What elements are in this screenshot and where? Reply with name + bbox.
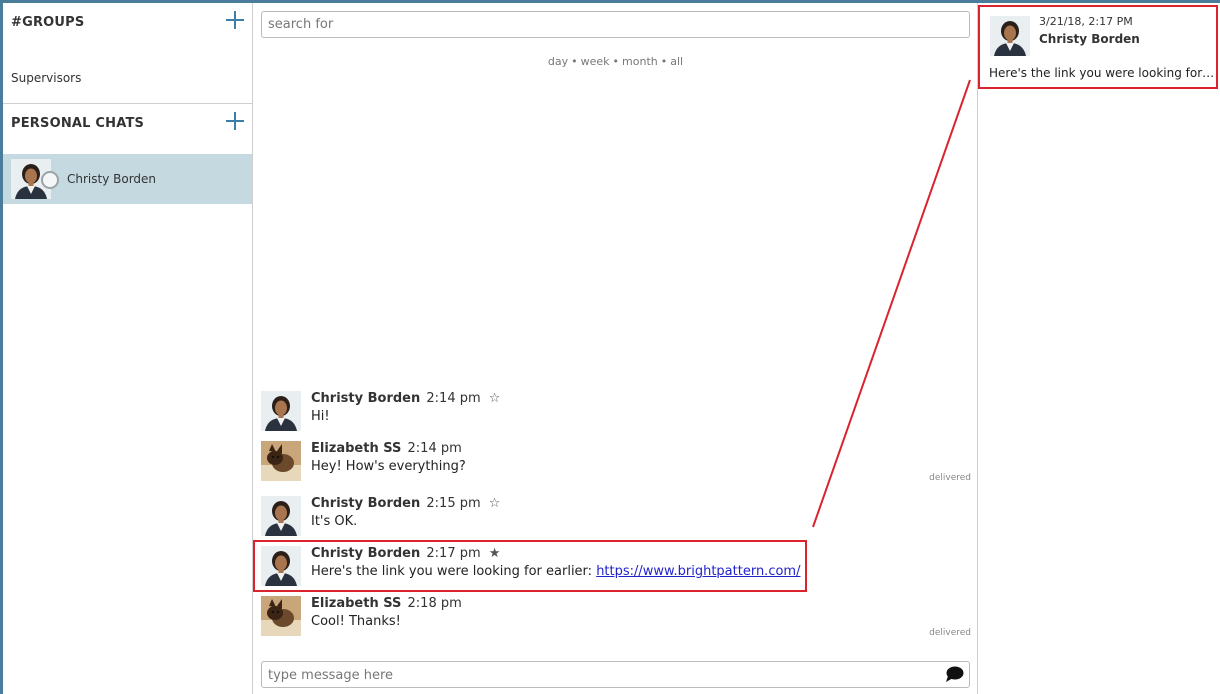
delivery-status: delivered (929, 628, 971, 638)
search-input[interactable] (261, 11, 970, 38)
star-icon[interactable]: ★ (489, 546, 501, 561)
filter-day[interactable]: day (548, 55, 568, 68)
add-chat-icon[interactable] (224, 110, 246, 132)
avatar (261, 596, 301, 636)
message-time: 2:17 pm (426, 546, 481, 561)
star-icon[interactable]: ☆ (489, 496, 501, 511)
avatar (990, 16, 1030, 56)
add-group-icon[interactable] (224, 9, 246, 31)
favorite-text: Here's the link you were looking for ear… (989, 66, 1217, 80)
star-icon[interactable]: ☆ (489, 391, 501, 406)
send-chat-icon[interactable] (945, 665, 965, 683)
message-author: Christy Borden (311, 391, 421, 406)
favorite-date: 3/21/18, 2:17 PM (1039, 15, 1133, 28)
filter-month[interactable]: month (622, 55, 658, 68)
avatar (261, 496, 301, 536)
message-link[interactable]: https://www.brightpattern.com/ (596, 564, 800, 579)
message-input[interactable] (268, 666, 928, 684)
filter-separator: • (612, 55, 620, 68)
personal-chats-header: PERSONAL CHATS (3, 104, 252, 144)
message-author: Elizabeth SS (311, 441, 402, 456)
chat-message: Elizabeth SS 2:18 pm Cool! Thanks! deliv… (261, 594, 971, 638)
sidebar-item-christy-borden[interactable]: Christy Borden (3, 154, 252, 204)
message-text: It's OK. (311, 514, 358, 529)
personal-chats-title: PERSONAL CHATS (11, 116, 145, 131)
chat-app: #GROUPS Supervisors PERSONAL CHATS Chris (0, 0, 1220, 694)
message-composer (261, 661, 970, 688)
message-text: Hi! (311, 409, 330, 424)
filter-separator: • (660, 55, 668, 68)
chat-message: Christy Borden 2:17 pm ★ Here's the link… (261, 544, 971, 588)
chat-message: Christy Borden 2:14 pm ☆ Hi! (261, 389, 971, 433)
message-text: Here's the link you were looking for ear… (311, 564, 800, 579)
message-author: Christy Borden (311, 546, 421, 561)
filter-week[interactable]: week (581, 55, 610, 68)
message-text: Cool! Thanks! (311, 614, 401, 629)
chat-pane: day•week•month•all Christy Borden 2:14 p… (253, 3, 978, 694)
message-time: 2:14 pm (407, 441, 462, 456)
message-time: 2:15 pm (426, 496, 481, 511)
chat-message: Elizabeth SS 2:14 pm Hey! How's everythi… (261, 439, 971, 483)
favorite-author: Christy Borden (1039, 32, 1140, 46)
avatar (261, 546, 301, 586)
message-author: Christy Borden (311, 496, 421, 511)
groups-title: #GROUPS (11, 15, 85, 30)
message-text-content: Here's the link you were looking for ear… (311, 564, 597, 579)
message-time: 2:14 pm (426, 391, 481, 406)
message-author: Elizabeth SS (311, 596, 402, 611)
filter-all[interactable]: all (670, 55, 683, 68)
time-filter: day • week • month • all (253, 55, 978, 68)
sidebar: #GROUPS Supervisors PERSONAL CHATS Chris (3, 3, 253, 694)
groups-header: #GROUPS (3, 3, 252, 43)
sidebar-item-supervisors[interactable]: Supervisors (11, 71, 81, 85)
avatar (261, 441, 301, 481)
favorites-panel: 3/21/18, 2:17 PM Christy Borden Here's t… (978, 3, 1220, 694)
favorite-item[interactable]: 3/21/18, 2:17 PM Christy Borden Here's t… (978, 5, 1218, 89)
delivery-status: delivered (929, 473, 971, 483)
presence-icon (41, 171, 59, 189)
message-time: 2:18 pm (407, 596, 462, 611)
chat-message: Christy Borden 2:15 pm ☆ It's OK. (261, 494, 971, 538)
message-text: Hey! How's everything? (311, 459, 466, 474)
sidebar-item-label: Christy Borden (67, 172, 157, 186)
filter-separator: • (571, 55, 578, 68)
avatar (261, 391, 301, 431)
